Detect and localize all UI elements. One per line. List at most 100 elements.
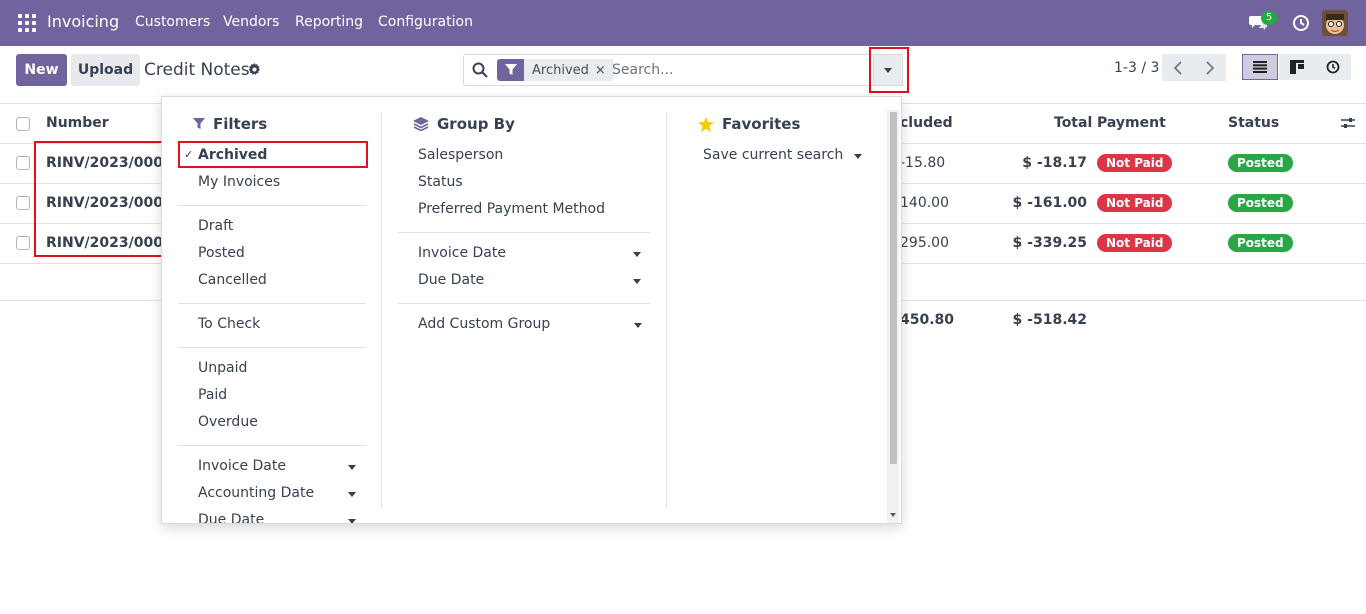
column-divider xyxy=(381,113,382,508)
menu-reporting[interactable]: Reporting xyxy=(295,14,363,30)
column-total[interactable]: Total xyxy=(1054,115,1092,131)
save-current-search[interactable]: Save current search xyxy=(703,147,843,163)
divider xyxy=(178,445,366,446)
filter-invoice-date[interactable]: Invoice Date xyxy=(198,458,286,474)
caret-down-icon[interactable] xyxy=(633,279,641,284)
filter-posted[interactable]: Posted xyxy=(198,245,245,261)
list-view-icon xyxy=(1253,61,1267,73)
favorites-heading: Favorites xyxy=(698,115,800,133)
filter-icon xyxy=(497,59,524,81)
caret-down-icon[interactable] xyxy=(854,154,862,159)
caret-down-icon[interactable] xyxy=(634,323,642,328)
chevron-left-icon xyxy=(1173,60,1182,75)
highlight-number-column xyxy=(34,141,164,257)
divider xyxy=(398,232,650,233)
filter-overdue[interactable]: Overdue xyxy=(198,414,258,430)
top-navbar: Invoicing Customers Vendors Reporting Co… xyxy=(0,0,1366,46)
payment-status-badge: Not Paid xyxy=(1097,234,1173,252)
optional-columns-icon[interactable] xyxy=(1341,116,1355,130)
scroll-down-arrow-icon[interactable] xyxy=(890,513,896,517)
row-tax-included: 140.00 xyxy=(900,195,949,211)
search-icon xyxy=(472,62,488,78)
filter-icon xyxy=(193,118,205,129)
page-title: Credit Notes xyxy=(144,60,250,80)
filter-to-check[interactable]: To Check xyxy=(198,316,260,332)
facet-remove-button[interactable]: × xyxy=(595,63,614,78)
activity-clock-icon[interactable] xyxy=(1292,14,1310,32)
star-icon xyxy=(698,116,714,132)
select-all-checkbox[interactable] xyxy=(16,117,30,131)
kanban-view-icon xyxy=(1290,60,1304,74)
menu-vendors[interactable]: Vendors xyxy=(223,14,279,30)
group-due-date[interactable]: Due Date xyxy=(418,272,484,288)
column-divider xyxy=(666,113,667,508)
divider xyxy=(178,205,366,206)
row-total: $ -18.17 xyxy=(1022,155,1087,171)
chevron-right-icon xyxy=(1206,60,1215,75)
menu-configuration[interactable]: Configuration xyxy=(378,14,473,30)
caret-down-icon[interactable] xyxy=(348,519,356,523)
upload-button[interactable]: Upload xyxy=(71,54,140,86)
clock-icon xyxy=(1326,60,1340,74)
payment-status-badge: Not Paid xyxy=(1097,194,1173,212)
pager-value[interactable]: 1-3 / 3 xyxy=(1114,60,1159,76)
chat-badge: 5 xyxy=(1261,11,1277,25)
app-name[interactable]: Invoicing xyxy=(47,12,119,31)
status-badge: Posted xyxy=(1228,154,1293,172)
divider xyxy=(178,303,366,304)
caret-down-icon[interactable] xyxy=(348,465,356,470)
group-by-heading: Group By xyxy=(413,115,515,133)
group-salesperson[interactable]: Salesperson xyxy=(418,147,503,163)
column-tax-included[interactable]: cluded xyxy=(900,115,953,131)
status-badge: Posted xyxy=(1228,194,1293,212)
filter-cancelled[interactable]: Cancelled xyxy=(198,272,267,288)
total-amount: $ -518.42 xyxy=(1012,312,1087,328)
user-avatar[interactable] xyxy=(1322,10,1348,36)
filter-unpaid[interactable]: Unpaid xyxy=(198,360,247,376)
filter-draft[interactable]: Draft xyxy=(198,218,233,234)
status-badge: Posted xyxy=(1228,234,1293,252)
search-facet-archived: Archived × xyxy=(497,59,614,81)
group-preferred-payment-method[interactable]: Preferred Payment Method xyxy=(418,201,605,217)
gear-icon[interactable] xyxy=(248,63,261,76)
add-custom-group-select[interactable]: Add Custom Group xyxy=(418,316,550,332)
row-checkbox[interactable] xyxy=(16,236,30,250)
pager-previous-button[interactable] xyxy=(1162,54,1194,81)
scrollbar-thumb[interactable] xyxy=(890,112,897,464)
row-checkbox[interactable] xyxy=(16,196,30,210)
divider xyxy=(398,303,650,304)
layers-icon xyxy=(413,117,429,131)
payment-status-badge: Not Paid xyxy=(1097,154,1173,172)
kanban-view-button[interactable] xyxy=(1279,54,1315,80)
activity-view-button[interactable] xyxy=(1315,54,1351,80)
caret-down-icon[interactable] xyxy=(633,252,641,257)
filter-my-invoices[interactable]: My Invoices xyxy=(198,174,280,190)
filters-heading: Filters xyxy=(193,115,267,133)
row-checkbox[interactable] xyxy=(16,156,30,170)
clipped-area: Due Date xyxy=(162,508,382,523)
column-payment[interactable]: Payment xyxy=(1097,115,1166,131)
filter-accounting-date[interactable]: Accounting Date xyxy=(198,485,314,501)
highlight-toggle xyxy=(869,47,909,93)
new-button[interactable]: New xyxy=(16,54,67,86)
highlight-archived-filter xyxy=(178,141,368,168)
column-number[interactable]: Number xyxy=(46,115,109,131)
list-view-button[interactable] xyxy=(1242,54,1278,80)
row-tax-included: 295.00 xyxy=(900,235,949,251)
row-tax-included: -15.80 xyxy=(900,155,946,171)
row-total: $ -161.00 xyxy=(1012,195,1087,211)
column-status[interactable]: Status xyxy=(1228,115,1279,131)
pager-next-button[interactable] xyxy=(1194,54,1226,81)
row-total: $ -339.25 xyxy=(1012,235,1087,251)
group-invoice-date[interactable]: Invoice Date xyxy=(418,245,506,261)
caret-down-icon[interactable] xyxy=(348,492,356,497)
apps-menu-icon[interactable] xyxy=(18,14,36,32)
total-tax-included: 450.80 xyxy=(900,312,955,328)
filter-due-date[interactable]: Due Date xyxy=(198,512,264,523)
facet-label: Archived xyxy=(532,62,589,78)
search-input[interactable] xyxy=(612,60,862,80)
menu-customers[interactable]: Customers xyxy=(135,14,210,30)
filter-paid[interactable]: Paid xyxy=(198,387,227,403)
group-status[interactable]: Status xyxy=(418,174,463,190)
divider xyxy=(178,347,366,348)
